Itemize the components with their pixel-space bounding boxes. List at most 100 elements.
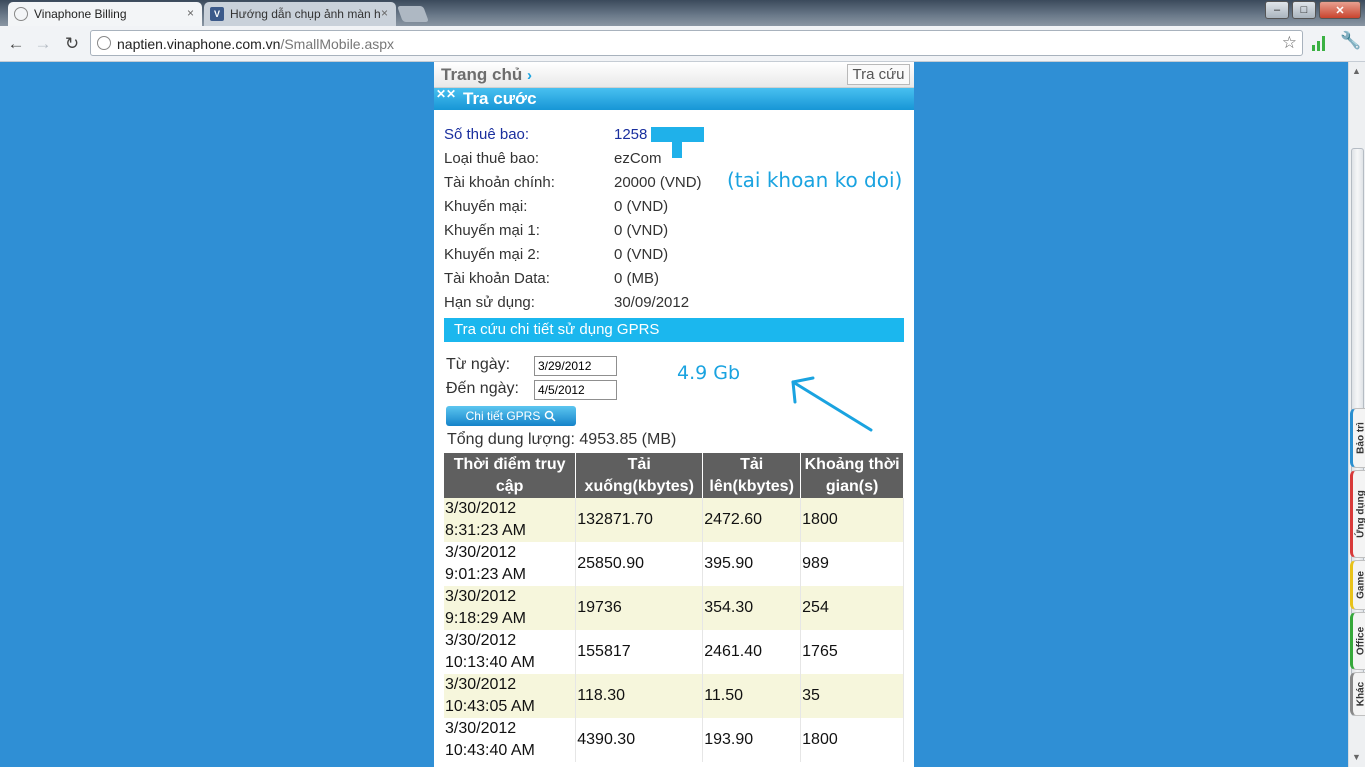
tab-close-icon[interactable]: × bbox=[381, 6, 388, 20]
info-row-promo-2: Khuyến mại 2: 0 (VND) bbox=[444, 246, 904, 268]
cell-download: 4390.30 bbox=[575, 718, 704, 762]
tab-screenshot-guide[interactable]: V Hướng dẫn chụp ảnh màn hình × bbox=[204, 2, 396, 26]
scroll-up-arrow-icon[interactable]: ▲ bbox=[1352, 66, 1361, 76]
tab-label: Vinaphone Billing bbox=[34, 7, 127, 21]
side-tab-label: Khác bbox=[1355, 681, 1365, 707]
annotation-usage: 4.9 Gb bbox=[677, 362, 741, 384]
table-header-row: Thời điểm truy cập Tải xuống(kbytes) Tải… bbox=[444, 453, 904, 498]
to-date-input[interactable] bbox=[534, 380, 617, 400]
tab-label: Hướng dẫn chụp ảnh màn hình bbox=[230, 7, 380, 21]
access-clock: 10:43:40 AM bbox=[445, 742, 535, 759]
side-tab-label: Game bbox=[1355, 571, 1365, 599]
side-tab-label: Office bbox=[1355, 626, 1365, 656]
table-row: 3/30/2012 8:31:23 AM 132871.70 2472.60 1800 bbox=[444, 498, 904, 542]
side-tab-office[interactable]: Office bbox=[1350, 612, 1365, 670]
cell-access-time: 3/30/2012 10:43:05 AM bbox=[444, 674, 577, 718]
cell-upload: 11.50 bbox=[702, 674, 802, 718]
side-tab-other[interactable]: Khác bbox=[1350, 672, 1365, 716]
maximize-button[interactable]: □ bbox=[1292, 1, 1316, 19]
info-value: 1258 bbox=[614, 126, 648, 143]
wrench-icon[interactable]: 🔧 bbox=[1340, 31, 1361, 51]
access-date: 3/30/2012 bbox=[445, 720, 517, 737]
tab-close-icon[interactable]: × bbox=[187, 6, 194, 20]
cell-download: 132871.70 bbox=[575, 498, 704, 542]
tab-vinaphone-billing[interactable]: Vinaphone Billing × bbox=[8, 2, 202, 26]
minimize-button[interactable]: – bbox=[1265, 1, 1289, 19]
column-header: Thời điểm truy cập bbox=[444, 453, 577, 498]
cell-upload: 395.90 bbox=[702, 542, 802, 586]
from-date-input[interactable] bbox=[534, 356, 617, 376]
table-row: 3/30/2012 10:43:40 AM 4390.30 193.90 1800 bbox=[444, 718, 904, 762]
search-icon bbox=[545, 410, 556, 422]
side-tab-label: Ứng dụng bbox=[1355, 490, 1365, 538]
url-host: naptien.vinaphone.com.vn bbox=[117, 36, 281, 52]
info-label: Số thuê bao: bbox=[444, 126, 530, 143]
section-header: ✕✕ Tra cước bbox=[434, 87, 914, 110]
bookmark-star-icon[interactable]: ☆ bbox=[1282, 33, 1297, 53]
info-row-promo: Khuyến mại: 0 (VND) bbox=[444, 198, 904, 220]
cell-duration: 1800 bbox=[800, 498, 904, 542]
info-value: 30/09/2012 bbox=[614, 294, 690, 311]
signal-bars-icon[interactable] bbox=[1312, 35, 1326, 51]
column-header: Tải xuống(kbytes) bbox=[575, 453, 704, 498]
access-clock: 10:43:05 AM bbox=[445, 698, 535, 715]
browser-titlebar: Vinaphone Billing × V Hướng dẫn chụp ảnh… bbox=[0, 0, 1365, 26]
info-label: Tài khoản Data: bbox=[444, 270, 550, 287]
info-label: Khuyến mại 2: bbox=[444, 246, 540, 263]
back-arrow-icon[interactable]: ← bbox=[6, 34, 26, 54]
cell-upload: 193.90 bbox=[702, 718, 802, 762]
close-window-button[interactable]: ✕ bbox=[1319, 1, 1361, 19]
url-text: naptien.vinaphone.com.vn/SmallMobile.asp… bbox=[117, 36, 394, 52]
sparkle-icon: ✕✕ bbox=[436, 87, 457, 101]
cell-access-time: 3/30/2012 8:31:23 AM bbox=[444, 498, 577, 542]
info-label: Khuyến mại 1: bbox=[444, 222, 540, 239]
cell-duration: 35 bbox=[800, 674, 904, 718]
column-header: Khoảng thời gian(s) bbox=[800, 453, 904, 498]
access-date: 3/30/2012 bbox=[445, 544, 517, 561]
cell-duration: 1800 bbox=[800, 718, 904, 762]
lookup-button[interactable]: Tra cứu bbox=[847, 64, 910, 85]
cell-download: 19736 bbox=[575, 586, 704, 630]
cell-download: 25850.90 bbox=[575, 542, 704, 586]
cell-upload: 2461.40 bbox=[702, 630, 802, 674]
reload-icon[interactable]: ↻ bbox=[62, 34, 82, 54]
forward-arrow-icon[interactable]: → bbox=[33, 34, 53, 54]
side-tab-game[interactable]: Game bbox=[1350, 560, 1365, 610]
info-row-promo-1: Khuyến mại 1: 0 (VND) bbox=[444, 222, 904, 244]
redaction-mark bbox=[672, 140, 682, 158]
column-header: Tải lên(kbytes) bbox=[702, 453, 802, 498]
table-row: 3/30/2012 10:43:05 AM 118.30 11.50 35 bbox=[444, 674, 904, 718]
table-row: 3/30/2012 10:13:40 AM 155817 2461.40 1765 bbox=[444, 630, 904, 674]
cell-download: 155817 bbox=[575, 630, 704, 674]
home-link[interactable]: Trang chủ › bbox=[441, 65, 532, 85]
info-value: 0 (VND) bbox=[614, 222, 669, 239]
info-row-data-account: Tài khoản Data: 0 (MB) bbox=[444, 270, 904, 292]
site-logo-icon: V bbox=[210, 7, 224, 21]
gprs-detail-button[interactable]: Chi tiết GPRS bbox=[446, 406, 576, 426]
access-clock: 9:18:29 AM bbox=[445, 610, 526, 627]
globe-icon bbox=[14, 7, 28, 21]
scroll-down-arrow-icon[interactable]: ▼ bbox=[1352, 752, 1361, 762]
side-tab-maintenance[interactable]: Bảo trì bbox=[1350, 408, 1365, 468]
table-body: 3/30/2012 8:31:23 AM 132871.70 2472.60 1800 3… bbox=[444, 498, 904, 762]
cell-access-time: 3/30/2012 9:01:23 AM bbox=[444, 542, 577, 586]
cell-access-time: 3/30/2012 10:43:40 AM bbox=[444, 718, 577, 762]
access-date: 3/30/2012 bbox=[445, 632, 517, 649]
annotation-arrow-icon bbox=[791, 376, 873, 432]
cell-upload: 354.30 bbox=[702, 586, 802, 630]
info-label: Tài khoản chính: bbox=[444, 174, 555, 191]
new-tab-button[interactable] bbox=[397, 6, 429, 22]
top-nav: Trang chủ › Tra cứu bbox=[434, 62, 914, 88]
chevron-right-icon: › bbox=[526, 67, 532, 84]
annotation-account-unchanged: (tai khoan ko doi) bbox=[727, 168, 903, 192]
address-bar[interactable]: naptien.vinaphone.com.vn/SmallMobile.asp… bbox=[90, 30, 1303, 56]
page-icon bbox=[97, 36, 111, 50]
access-date: 3/30/2012 bbox=[445, 588, 517, 605]
info-label: Loại thuê bao: bbox=[444, 150, 540, 167]
cell-download: 118.30 bbox=[575, 674, 704, 718]
side-tab-apps[interactable]: Ứng dụng bbox=[1350, 470, 1365, 558]
access-date: 3/30/2012 bbox=[445, 676, 517, 693]
from-date-label: Từ ngày: bbox=[446, 356, 511, 373]
info-row-expiry: Hạn sử dụng: 30/09/2012 bbox=[444, 294, 904, 316]
info-value: 0 (VND) bbox=[614, 246, 669, 263]
